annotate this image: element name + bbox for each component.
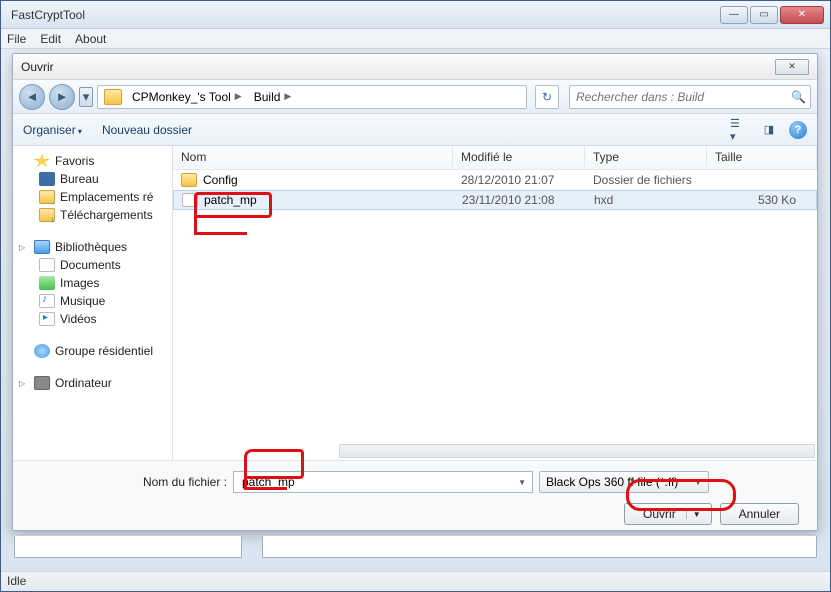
file-row[interactable]: patch_mp 23/11/2010 21:08 hxd 530 Ko — [173, 190, 817, 210]
titlebar: FastCryptTool — ▭ ✕ — [1, 1, 830, 29]
maximize-button[interactable]: ▭ — [750, 6, 778, 24]
sidebar-images[interactable]: Images — [17, 274, 168, 292]
forward-button[interactable]: ► — [49, 84, 75, 110]
homegroup-icon — [34, 344, 50, 358]
search-input[interactable] — [574, 89, 791, 105]
music-icon — [39, 294, 55, 308]
recent-icon — [39, 190, 55, 204]
file-rows: Config 28/12/2010 21:07 Dossier de fichi… — [173, 170, 817, 210]
preview-pane-toggle[interactable]: ◨ — [759, 121, 779, 139]
dialog-title: Ouvrir — [21, 60, 775, 74]
col-size[interactable]: Taille — [707, 146, 817, 169]
sidebar-videos[interactable]: Vidéos — [17, 310, 168, 328]
sidebar-downloads[interactable]: Téléchargements — [17, 206, 168, 224]
menu-about[interactable]: About — [75, 32, 106, 46]
file-type-filter[interactable]: Black Ops 360 ff file (*.ff) ▼ — [539, 471, 709, 493]
image-icon — [39, 276, 55, 290]
back-button[interactable]: ◄ — [19, 84, 45, 110]
folder-icon — [104, 89, 122, 105]
sidebar-desktop[interactable]: Bureau — [17, 170, 168, 188]
sidebar-recent[interactable]: Emplacements ré — [17, 188, 168, 206]
filename-label: Nom du fichier : — [27, 475, 227, 489]
menu-edit[interactable]: Edit — [40, 32, 61, 46]
menubar: File Edit About — [1, 29, 830, 49]
library-icon — [34, 240, 50, 254]
dialog-footer: Nom du fichier : ▼ Black Ops 360 ff file… — [13, 460, 817, 530]
folder-icon — [181, 173, 197, 187]
sidebar-documents[interactable]: Documents — [17, 256, 168, 274]
refresh-icon: ↻ — [542, 90, 552, 104]
chevron-down-icon[interactable]: ▼ — [518, 478, 526, 487]
dialog-navbar: ◄ ► ▾ CPMonkey_'s Tool▶ Build▶ ↻ 🔍 — [13, 80, 817, 114]
help-button[interactable]: ? — [789, 121, 807, 139]
search-icon: 🔍 — [791, 90, 806, 104]
filename-input[interactable] — [240, 474, 518, 490]
nav-sidebar: Favoris Bureau Emplacements ré Télécharg… — [13, 146, 173, 460]
sidebar-homegroup[interactable]: Groupe résidentiel — [17, 342, 168, 360]
dialog-close-button[interactable]: ✕ — [775, 59, 809, 75]
dialog-titlebar: Ouvrir ✕ — [13, 54, 817, 80]
background-panels — [14, 536, 817, 558]
status-bar: Idle — [1, 571, 830, 591]
column-headers: Nom Modifié le Type Taille — [173, 146, 817, 170]
file-pane: Nom Modifié le Type Taille Config 28/12/… — [173, 146, 817, 460]
chevron-down-icon[interactable]: ▼ — [686, 510, 707, 519]
video-icon — [39, 312, 55, 326]
window-title: FastCryptTool — [7, 8, 718, 22]
star-icon — [34, 154, 50, 168]
minimize-button[interactable]: — — [720, 6, 748, 24]
sidebar-libraries[interactable]: ▷Bibliothèques — [17, 238, 168, 256]
menu-file[interactable]: File — [7, 32, 26, 46]
breadcrumb[interactable]: CPMonkey_'s Tool▶ Build▶ — [97, 85, 527, 109]
sidebar-favorites[interactable]: Favoris — [17, 152, 168, 170]
nav-history-dropdown[interactable]: ▾ — [79, 87, 93, 107]
cancel-button[interactable]: Annuler — [720, 503, 799, 525]
file-row[interactable]: Config 28/12/2010 21:07 Dossier de fichi… — [173, 170, 817, 190]
open-button[interactable]: Ouvrir▼ — [624, 503, 712, 525]
search-box[interactable]: 🔍 — [569, 85, 811, 109]
dialog-body: Favoris Bureau Emplacements ré Télécharg… — [13, 146, 817, 460]
breadcrumb-seg-1[interactable]: CPMonkey_'s Tool — [132, 90, 231, 104]
organize-menu[interactable]: Organiser — [23, 123, 82, 137]
chevron-right-icon: ▶ — [284, 91, 291, 102]
chevron-down-icon: ▼ — [694, 478, 702, 487]
col-name[interactable]: Nom — [173, 146, 453, 169]
file-icon — [182, 193, 198, 207]
status-text: Idle — [7, 574, 26, 588]
view-menu[interactable]: ☰ ▾ — [729, 121, 749, 139]
breadcrumb-seg-2[interactable]: Build — [254, 90, 281, 104]
new-folder-button[interactable]: Nouveau dossier — [102, 123, 192, 137]
desktop-icon — [39, 172, 55, 186]
sidebar-computer[interactable]: ▷Ordinateur — [17, 374, 168, 392]
download-icon — [39, 208, 55, 222]
sidebar-music[interactable]: Musique — [17, 292, 168, 310]
col-modified[interactable]: Modifié le — [453, 146, 585, 169]
chevron-right-icon: ▶ — [235, 91, 242, 102]
horizontal-scrollbar[interactable] — [339, 444, 815, 458]
dialog-toolbar: Organiser Nouveau dossier ☰ ▾ ◨ ? — [13, 114, 817, 146]
filename-combo[interactable]: ▼ — [233, 471, 533, 493]
open-dialog: Ouvrir ✕ ◄ ► ▾ CPMonkey_'s Tool▶ Build▶ … — [12, 53, 818, 531]
close-button[interactable]: ✕ — [780, 6, 824, 24]
refresh-button[interactable]: ↻ — [535, 85, 559, 109]
document-icon — [39, 258, 55, 272]
col-type[interactable]: Type — [585, 146, 707, 169]
computer-icon — [34, 376, 50, 390]
